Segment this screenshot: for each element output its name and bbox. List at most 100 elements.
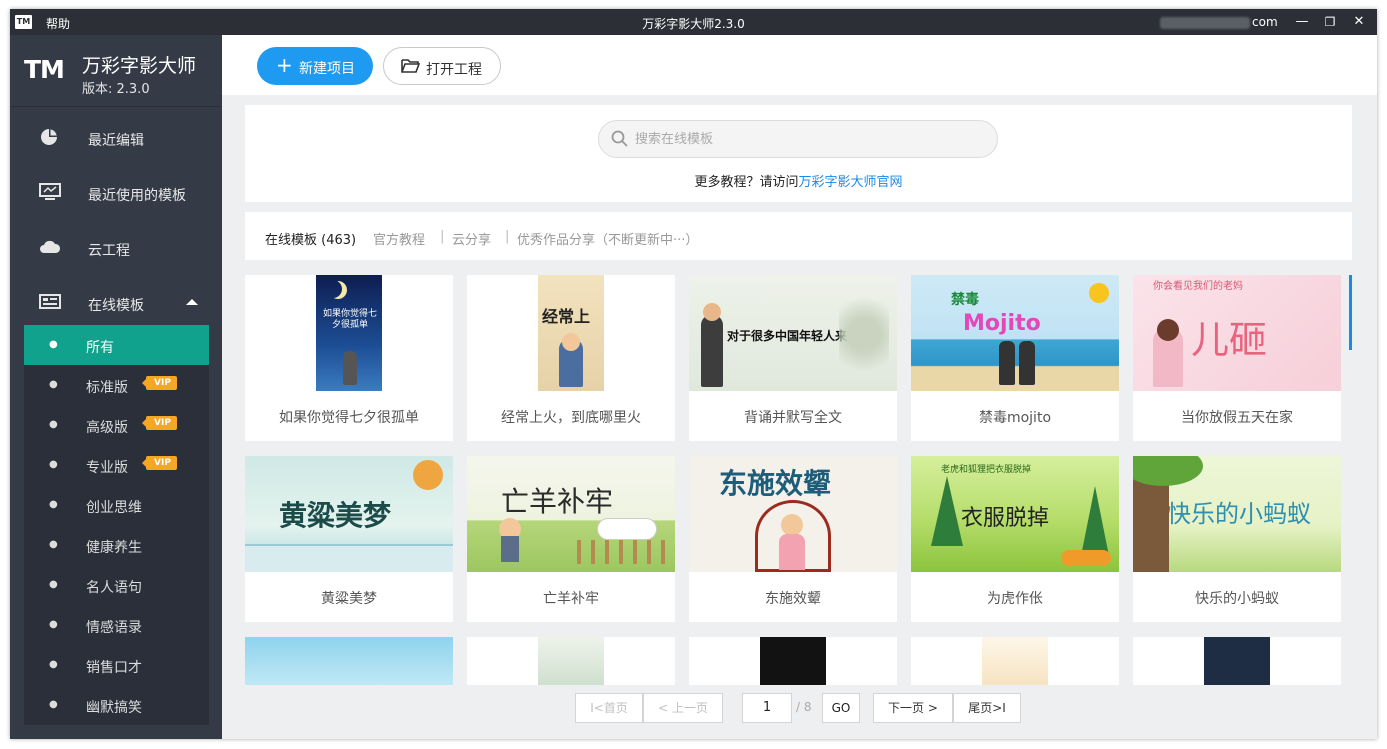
template-card[interactable]: 老虎和狐狸把衣服脱掉 衣服脱掉 为虎作伥 (911, 456, 1119, 622)
template-caption: 黄粱美梦 (321, 591, 377, 607)
nav-label: 在线模板 (88, 298, 144, 314)
template-card[interactable]: 经常上 经常上火，到底哪里火 (467, 275, 675, 441)
template-thumbnail: 老虎和狐狸把衣服脱掉 衣服脱掉 (911, 456, 1119, 572)
nav-recent-edits[interactable]: 最近编辑 (10, 110, 222, 165)
user-account[interactable]: com (1160, 15, 1278, 29)
sidebar-category-item[interactable]: ● 情感语录 (24, 605, 209, 645)
sidebar-category-item[interactable]: ● 幽默搞笑 (24, 685, 209, 725)
nav-cloud-projects[interactable]: 云工程 (10, 220, 222, 275)
pager-prev-button[interactable]: < 上一页 (643, 693, 723, 723)
template-tabs: 在线模板 (463) 官方教程 | 云分享 | 优秀作品分享（不断更新中···） (245, 212, 1352, 260)
vip-badge: VIP (142, 376, 177, 390)
brand-header: TM 万彩字影大师 版本: 2.3.0 (10, 35, 222, 107)
category-label: 销售口才 (86, 660, 142, 676)
template-card[interactable]: 黄粱美梦 黄粱美梦 (245, 456, 453, 622)
pie-chart-icon (41, 129, 57, 145)
cloud-icon (40, 240, 61, 253)
template-caption: 亡羊补牢 (543, 591, 599, 607)
template-card[interactable]: 快乐的小蚂蚁 快乐的小蚂蚁 (1133, 456, 1341, 622)
template-card[interactable] (689, 637, 897, 685)
collapse-caret-icon[interactable] (186, 299, 198, 305)
template-card[interactable] (911, 637, 1119, 685)
open-project-label: 打开工程 (426, 62, 482, 78)
sidebar-category-item[interactable]: ● 名人语句 (24, 565, 209, 605)
pager-first-button[interactable]: I<首页 (575, 693, 643, 723)
template-thumbnail: 你会看见我们的老妈 儿砸 (1133, 275, 1341, 391)
restore-button[interactable]: ❐ (1321, 13, 1339, 31)
new-project-button[interactable]: + 新建项目 (257, 47, 373, 85)
sidebar-category-item[interactable]: ● 健康养生 (24, 525, 209, 565)
category-label: 标准版 (86, 380, 128, 396)
nav-label: 最近编辑 (88, 133, 144, 149)
template-caption: 快乐的小蚂蚁 (1195, 591, 1279, 607)
app-window: TM 帮助 万彩字影大师2.3.0 com — ❐ ✕ TM 万彩字影大师 版本… (10, 9, 1377, 739)
tab-featured-works[interactable]: 优秀作品分享（不断更新中···） (517, 229, 698, 248)
pager-last-button[interactable]: 尾页>I (953, 693, 1021, 723)
nav-label: 最近使用的模板 (88, 188, 186, 204)
brand-version: 版本: 2.3.0 (82, 82, 150, 97)
template-thumbnail (689, 637, 897, 685)
tutorial-hint: 更多教程？请访问万彩字影大师官网 (245, 171, 1352, 190)
template-card[interactable]: 东施效颦 东施效颦 (689, 456, 897, 622)
sidebar-category-item[interactable]: ● 专业版 VIP (24, 445, 209, 485)
template-card[interactable]: 如果你觉得七夕很孤单 如果你觉得七夕很孤单 (245, 275, 453, 441)
template-thumbnail (245, 637, 453, 685)
template-thumbnail (1133, 637, 1341, 685)
plus-icon: + (276, 53, 293, 77)
template-card[interactable] (1133, 637, 1341, 685)
template-caption: 东施效颦 (765, 591, 821, 607)
category-label: 所有 (86, 340, 114, 356)
sidebar-category-item[interactable]: ● 销售口才 (24, 645, 209, 685)
bullet-icon: ● (49, 339, 58, 350)
template-caption: 为虎作伥 (987, 591, 1043, 607)
sidebar-category-item[interactable]: ● 标准版 VIP (24, 365, 209, 405)
page-go-button[interactable]: GO (822, 693, 860, 723)
official-site-link[interactable]: 万彩字影大师官网 (799, 175, 903, 190)
minimize-button[interactable]: — (1293, 13, 1311, 31)
title-bar: TM 帮助 万彩字影大师2.3.0 com — ❐ ✕ (10, 9, 1377, 35)
sidebar-category-item[interactable]: ● 创业思维 (24, 485, 209, 525)
next-page-icon: > (924, 701, 938, 715)
page-number-input[interactable]: 1 (742, 693, 792, 723)
nav-online-templates[interactable]: 在线模板 (10, 275, 222, 330)
grid-scrollbar[interactable] (1349, 275, 1352, 350)
template-card[interactable]: 对于很多中国年轻人来讲 背诵并默写全文 (689, 275, 897, 441)
template-card[interactable]: 亡羊补牢 亡羊补牢 (467, 456, 675, 622)
template-card[interactable] (245, 637, 453, 685)
template-list-icon (39, 294, 61, 309)
page-total: / 8 (796, 700, 812, 714)
tab-online-templates[interactable]: 在线模板 (463) (265, 229, 356, 248)
bullet-icon: ● (49, 579, 58, 590)
template-card[interactable]: 禁毒 Mojito 禁毒mojito (911, 275, 1119, 441)
search-box[interactable] (598, 120, 998, 158)
open-project-button[interactable]: 打开工程 (383, 47, 501, 85)
sidebar-category-item[interactable]: ● 高级版 VIP (24, 405, 209, 445)
template-thumbnail: 如果你觉得七夕很孤单 (245, 275, 453, 391)
monitor-icon (39, 183, 61, 200)
close-button[interactable]: ✕ (1350, 13, 1368, 31)
category-label: 情感语录 (86, 620, 142, 636)
template-caption: 背诵并默写全文 (744, 410, 842, 426)
category-label: 幽默搞笑 (86, 700, 142, 716)
vip-badge: VIP (142, 416, 177, 430)
bullet-icon: ● (49, 459, 58, 470)
folder-open-icon (401, 59, 420, 73)
tab-cloud-share[interactable]: 云分享 (452, 229, 491, 248)
search-input[interactable] (635, 129, 975, 149)
tab-official-tutorials[interactable]: 官方教程 (373, 229, 425, 248)
tab-separator: | (440, 229, 445, 244)
category-label: 健康养生 (86, 540, 142, 556)
template-card[interactable] (467, 637, 675, 685)
pager-next-button[interactable]: 下一页 > (873, 693, 953, 723)
nav-recent-templates[interactable]: 最近使用的模板 (10, 165, 222, 220)
vip-badge: VIP (142, 456, 177, 470)
category-label: 高级版 (86, 420, 128, 436)
sidebar-category-item[interactable]: ● 所有 (24, 325, 209, 365)
main-toolbar: + 新建项目 打开工程 (222, 35, 1377, 95)
template-caption: 如果你觉得七夕很孤单 (279, 410, 419, 426)
category-label: 创业思维 (86, 500, 142, 516)
template-thumbnail: 快乐的小蚂蚁 (1133, 456, 1341, 572)
template-card[interactable]: 你会看见我们的老妈 儿砸 当你放假五天在家 (1133, 275, 1341, 441)
bullet-icon: ● (49, 699, 58, 710)
pager-last-label: 尾页 (968, 701, 993, 715)
